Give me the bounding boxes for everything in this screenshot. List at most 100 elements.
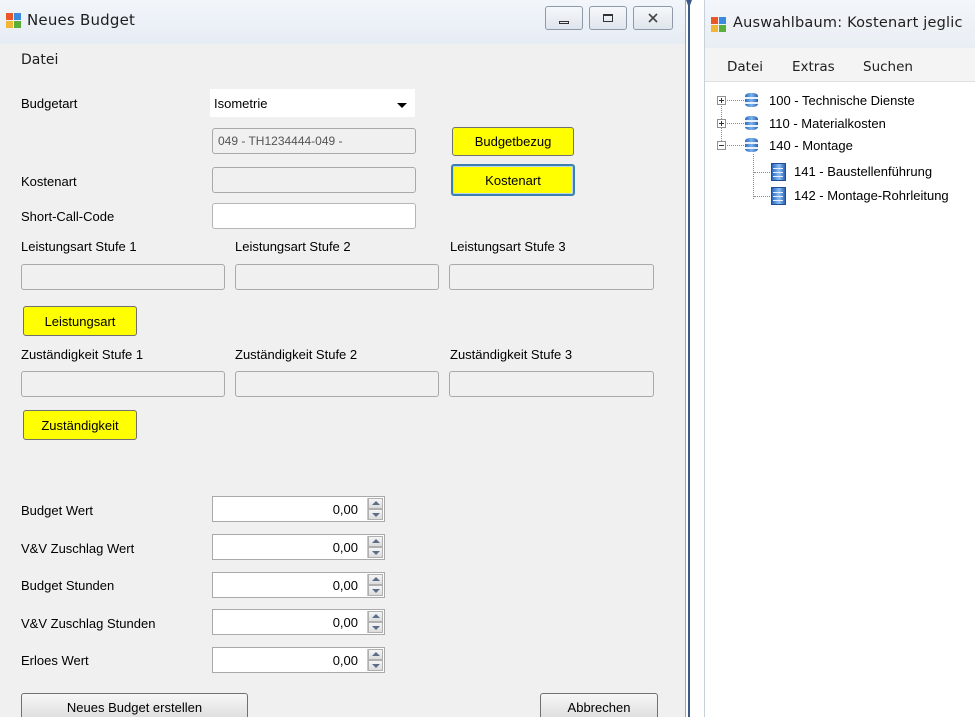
minimize-icon [559,20,569,24]
tree-node-142[interactable]: 142 - Montage-Rohrleitung [705,187,975,205]
minimize-button[interactable] [545,6,583,30]
spinner[interactable] [367,498,383,520]
selection-tree-window: Auswahlbaum: Kostenart jeglic Datei Extr… [704,0,975,717]
menu-bar: Datei [0,44,685,72]
spin-down-icon[interactable] [368,622,383,633]
vv-zuschlag-stunden-value: 0,00 [332,615,358,630]
window-title: Auswahlbaum: Kostenart jeglic [733,15,963,31]
budgetbezug-button[interactable]: Budgetbezug [452,127,574,156]
vv-zuschlag-stunden-label: V&V Zuschlag Stunden [21,616,156,631]
create-budget-button[interactable]: Neues Budget erstellen [21,693,248,717]
spin-down-icon[interactable] [368,547,383,558]
app-icon [711,17,727,33]
spin-up-icon[interactable] [368,611,383,622]
tree-node-110[interactable]: 110 - Materialkosten [705,115,975,133]
document-icon [770,187,786,205]
divider-arrow-icon [686,0,692,8]
leistungsart-label-2: Leistungsart Stufe 2 [235,239,351,254]
leistungsart-button[interactable]: Leistungsart [23,306,137,336]
menu-suchen[interactable]: Suchen [863,59,913,75]
new-budget-window: Neues Budget Datei Budgetart Isometrie 0… [0,0,686,717]
cancel-button[interactable]: Abbrechen [540,693,658,717]
zustaendigkeit-field-3[interactable] [449,371,654,397]
close-icon [648,13,658,23]
budgetart-dropdown[interactable]: Isometrie [210,89,415,117]
budgetbezug-value: 049 - TH1234444-049 - [218,134,343,148]
leistungsart-label-1: Leistungsart Stufe 1 [21,239,137,254]
vv-zuschlag-wert-label: V&V Zuschlag Wert [21,541,135,556]
divider-line [688,0,690,717]
zustaendigkeit-field-1[interactable] [21,371,225,397]
leistungsart-field-3[interactable] [449,264,654,290]
budget-wert-label: Budget Wert [21,503,94,518]
tree-node-100[interactable]: 100 - Technische Dienste [705,92,975,110]
vv-zuschlag-wert-value: 0,00 [332,540,358,555]
database-icon [745,137,759,153]
database-icon [745,92,759,108]
database-icon [745,115,759,131]
zustaendigkeit-label-2: Zuständigkeit Stufe 2 [235,347,358,362]
title-bar: Neues Budget [0,0,685,44]
budget-stunden-label: Budget Stunden [21,578,115,593]
chevron-down-icon [397,103,407,108]
window-divider [686,0,704,717]
spin-up-icon[interactable] [368,536,383,547]
title-bar: Auswahlbaum: Kostenart jeglic [705,0,975,48]
shortcall-label: Short-Call-Code [21,209,115,224]
kostenart-field[interactable] [212,167,416,193]
cost-type-tree: 100 - Technische Dienste 110 - Materialk… [705,82,975,717]
spin-up-icon[interactable] [368,498,383,509]
erloes-wert-label: Erloes Wert [21,653,89,668]
kostenart-button[interactable]: Kostenart [451,164,575,196]
budget-stunden-input[interactable]: 0,00 [212,572,385,598]
erloes-wert-input[interactable]: 0,00 [212,647,385,673]
expand-icon[interactable] [717,119,726,128]
spinner[interactable] [367,649,383,671]
leistungsart-field-2[interactable] [235,264,439,290]
maximize-icon [603,14,613,22]
shortcall-input[interactable] [212,203,416,229]
budget-stunden-value: 0,00 [332,578,358,593]
zustaendigkeit-button[interactable]: Zuständigkeit [23,410,137,440]
close-button[interactable] [633,6,673,30]
zustaendigkeit-field-2[interactable] [235,371,439,397]
budgetbezug-field[interactable]: 049 - TH1234444-049 - [212,128,416,154]
vv-zuschlag-stunden-input[interactable]: 0,00 [212,609,385,635]
spinner[interactable] [367,611,383,633]
expand-icon[interactable] [717,96,726,105]
menu-datei[interactable]: Datei [21,52,58,68]
kostenart-label: Kostenart [21,174,77,189]
maximize-button[interactable] [589,6,627,30]
tree-node-label: 110 - Materialkosten [769,116,886,131]
app-icon [6,13,22,29]
menu-datei[interactable]: Datei [727,59,763,75]
spin-up-icon[interactable] [368,649,383,660]
zustaendigkeit-label-3: Zuständigkeit Stufe 3 [450,347,573,362]
tree-node-label: 100 - Technische Dienste [769,93,915,108]
tree-node-label: 141 - Baustellenführung [794,164,933,179]
leistungsart-field-1[interactable] [21,264,225,290]
erloes-wert-value: 0,00 [332,653,358,668]
spinner[interactable] [367,536,383,558]
budgetart-label: Budgetart [21,96,78,111]
leistungsart-label-3: Leistungsart Stufe 3 [450,239,566,254]
menu-extras[interactable]: Extras [792,59,835,75]
spin-down-icon[interactable] [368,585,383,596]
collapse-icon[interactable] [717,141,726,150]
spinner[interactable] [367,574,383,596]
document-icon [770,163,786,181]
menu-bar: Datei Extras Suchen [705,48,975,82]
budget-wert-input[interactable]: 0,00 [212,496,385,522]
tree-node-140[interactable]: 140 - Montage [705,137,975,155]
budgetart-value: Isometrie [214,96,268,111]
tree-node-label: 140 - Montage [769,138,853,153]
vv-zuschlag-wert-input[interactable]: 0,00 [212,534,385,560]
spin-down-icon[interactable] [368,660,383,671]
spin-up-icon[interactable] [368,574,383,585]
spin-down-icon[interactable] [368,509,383,520]
window-title: Neues Budget [27,11,136,29]
tree-node-label: 142 - Montage-Rohrleitung [794,188,949,203]
budget-wert-value: 0,00 [332,502,358,517]
tree-node-141[interactable]: 141 - Baustellenführung [705,163,975,181]
zustaendigkeit-label-1: Zuständigkeit Stufe 1 [21,347,144,362]
